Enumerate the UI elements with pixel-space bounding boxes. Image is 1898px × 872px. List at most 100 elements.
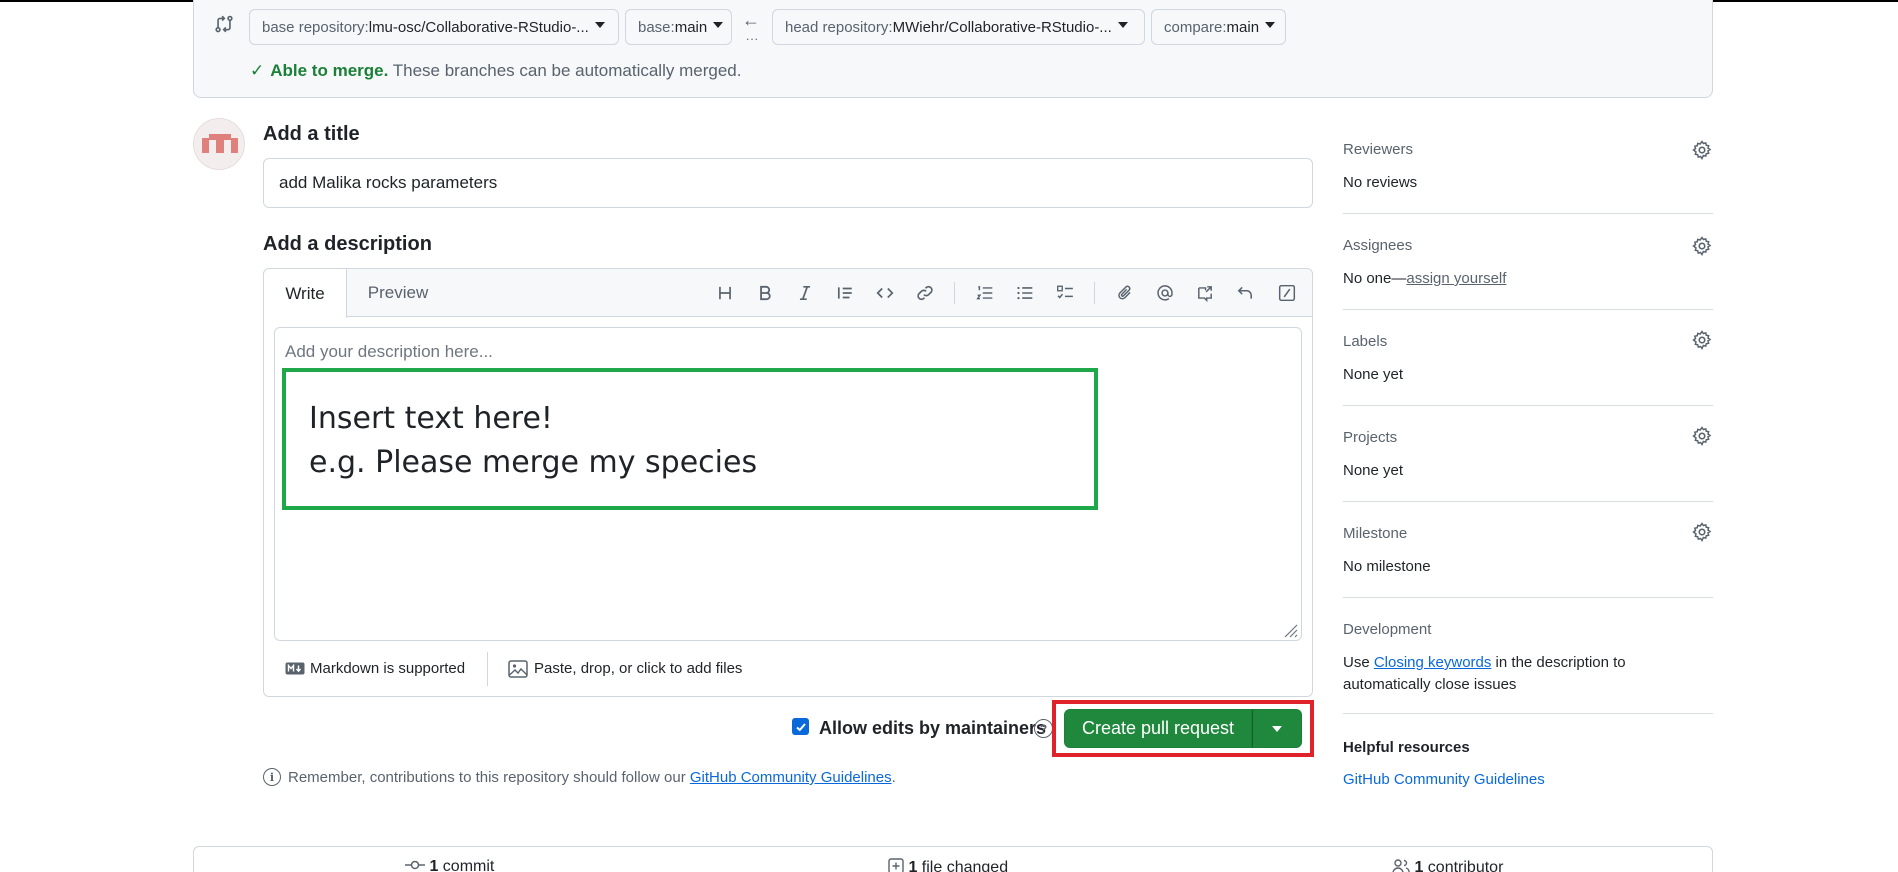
commits-label: commit: [438, 858, 495, 872]
gear-icon[interactable]: [1692, 330, 1712, 350]
compare-branch-label: compare:: [1164, 18, 1227, 36]
heading-icon[interactable]: [712, 280, 738, 306]
labels-heading: Labels: [1343, 333, 1388, 350]
mention-icon[interactable]: [1152, 280, 1178, 306]
reviewers-value: No reviews: [1343, 174, 1418, 191]
sidebar-divider: [1343, 501, 1713, 502]
quote-icon[interactable]: [832, 280, 858, 306]
reminder-end: .: [891, 769, 896, 786]
gear-icon[interactable]: [1692, 236, 1712, 256]
identicon-icon: [202, 134, 238, 153]
base-branch-select[interactable]: base: main: [625, 9, 732, 45]
attach-icon[interactable]: [1112, 280, 1138, 306]
avatar[interactable]: [193, 118, 245, 170]
compare-branch-select[interactable]: compare: main: [1151, 9, 1286, 45]
attach-files-button[interactable]: Paste, drop, or click to add files: [534, 660, 742, 677]
base-branch-label: base:: [638, 18, 675, 36]
allow-edits-checkbox[interactable]: [792, 718, 809, 735]
gear-icon[interactable]: [1692, 426, 1712, 446]
sidebar-divider: [1343, 213, 1713, 214]
ellipsis-icon: ...: [746, 29, 760, 43]
checkmark-icon: [795, 722, 806, 731]
development-heading: Development: [1343, 621, 1432, 638]
ordered-list-icon[interactable]: [972, 280, 998, 306]
base-repository-label: base repository:: [262, 18, 369, 36]
resize-handle-icon[interactable]: [1280, 620, 1298, 638]
check-icon: ✓: [250, 61, 265, 80]
files-label: file changed: [917, 859, 1009, 872]
info-icon: i: [263, 768, 281, 786]
task-list-icon[interactable]: [1052, 280, 1078, 306]
reminder-text: Remember, contributions to this reposito…: [288, 769, 690, 786]
development-pre: Use: [1343, 654, 1374, 671]
create-options-dropdown[interactable]: [1252, 709, 1302, 748]
caret-down-icon: [1117, 22, 1128, 28]
tab-write[interactable]: Write: [264, 269, 347, 318]
italic-icon[interactable]: [792, 280, 818, 306]
sidebar-divider: [1343, 713, 1713, 714]
bold-icon[interactable]: [752, 280, 778, 306]
question-icon[interactable]: ?: [1034, 719, 1053, 738]
assign-yourself-link[interactable]: assign yourself: [1406, 270, 1506, 287]
tab-preview[interactable]: Preview: [358, 269, 438, 317]
annotation-text: Insert text here! e.g. Please merge my s…: [309, 397, 757, 485]
sidebar-divider: [1343, 405, 1713, 406]
assignees-none: No one—: [1343, 270, 1407, 287]
title-input[interactable]: add Malika rocks parameters: [263, 158, 1313, 208]
caret-down-icon: [713, 22, 724, 28]
files-stat[interactable]: 1 file changed: [888, 858, 1008, 872]
undo-icon[interactable]: [1232, 280, 1258, 306]
allow-edits-label[interactable]: Allow edits by maintainers: [819, 718, 1046, 739]
helpful-guidelines-link[interactable]: GitHub Community Guidelines: [1343, 771, 1545, 788]
toolbar-divider: [1094, 282, 1095, 304]
commits-stat[interactable]: 1 commit: [405, 858, 494, 872]
contributors-stat[interactable]: 1 contributor: [1392, 858, 1503, 872]
merge-status: ✓ Able to merge. These branches can be au…: [250, 61, 741, 81]
create-pull-request-button[interactable]: Create pull request: [1064, 709, 1252, 748]
commit-icon: [405, 860, 425, 870]
caret-down-icon: [594, 22, 605, 28]
file-diff-icon: [888, 858, 904, 872]
caret-down-icon: [1265, 22, 1276, 28]
milestone-value: No milestone: [1343, 558, 1431, 575]
contribution-reminder: Remember, contributions to this reposito…: [288, 769, 896, 786]
markdown-icon: [285, 662, 305, 675]
closing-keywords-link[interactable]: Closing keywords: [1374, 654, 1492, 671]
slash-command-icon[interactable]: [1274, 280, 1300, 306]
people-icon: [1392, 859, 1410, 872]
community-guidelines-link[interactable]: GitHub Community Guidelines: [690, 769, 892, 786]
assignees-heading: Assignees: [1343, 237, 1413, 254]
head-repository-select[interactable]: head repository: MWiehr/Collaborative-RS…: [772, 9, 1145, 45]
cross-reference-icon[interactable]: [1192, 280, 1218, 306]
unordered-list-icon[interactable]: [1012, 280, 1038, 306]
arrow-left-icon: ←: [742, 10, 760, 30]
image-icon: [508, 660, 528, 678]
contributors-label: contributor: [1423, 859, 1504, 872]
head-repository-value: MWiehr/Collaborative-RStudio-...: [892, 18, 1112, 36]
description-placeholder: Add your description here...: [285, 342, 493, 361]
markdown-supported-link[interactable]: Markdown is supported: [310, 660, 465, 677]
milestone-heading: Milestone: [1343, 525, 1408, 542]
description-heading: Add a description: [263, 233, 432, 255]
gear-icon[interactable]: [1692, 140, 1712, 160]
toolbar-divider: [954, 282, 955, 304]
reviewers-heading: Reviewers: [1343, 141, 1414, 158]
footer-divider: [487, 652, 488, 686]
projects-heading: Projects: [1343, 429, 1398, 446]
merge-message: These branches can be automatically merg…: [388, 61, 742, 80]
labels-value: None yet: [1343, 366, 1404, 383]
development-text: Use Closing keywords in the description …: [1343, 652, 1703, 696]
sidebar-divider: [1343, 597, 1713, 598]
assignees-value: No one—assign yourself: [1343, 270, 1506, 287]
link-icon[interactable]: [912, 280, 938, 306]
compare-branch-value: main: [1226, 18, 1260, 36]
caret-down-icon: [1272, 725, 1282, 732]
base-repository-value: lmu-osc/Collaborative-RStudio-...: [368, 18, 589, 36]
title-heading: Add a title: [263, 123, 360, 145]
git-compare-icon: [215, 15, 233, 33]
helpful-resources-heading: Helpful resources: [1343, 739, 1470, 756]
base-repository-select[interactable]: base repository: lmu-osc/Collaborative-R…: [249, 9, 619, 45]
gear-icon[interactable]: [1692, 522, 1712, 542]
head-repository-label: head repository:: [785, 18, 893, 36]
code-icon[interactable]: [872, 280, 898, 306]
